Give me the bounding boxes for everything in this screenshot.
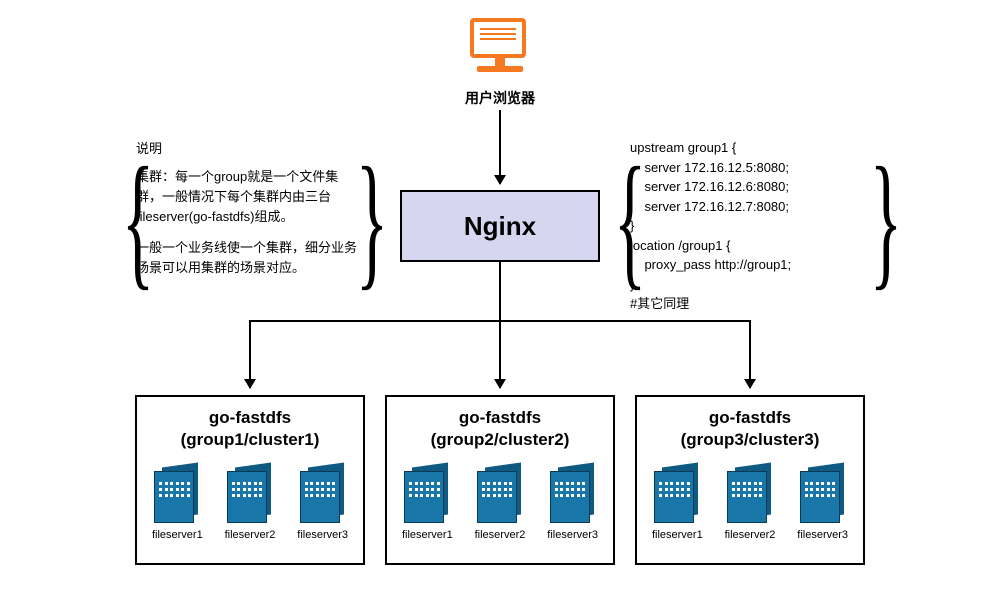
server-icon <box>800 465 846 525</box>
nginx-config-snippet: upstream group1 { server 172.16.12.5:808… <box>630 138 860 314</box>
fileserver-node: fileserver1 <box>145 465 209 541</box>
cluster-title-line: go-fastdfs <box>137 407 363 429</box>
connector-line <box>499 262 501 322</box>
server-icon <box>404 465 450 525</box>
server-icon <box>550 465 596 525</box>
nginx-label: Nginx <box>464 211 536 242</box>
server-label: fileserver1 <box>395 529 459 541</box>
fileserver-node: fileserver2 <box>218 465 282 541</box>
brace-icon: } <box>870 145 902 295</box>
cluster-box-group3: go-fastdfs (group3/cluster3) fileserver1… <box>635 395 865 565</box>
server-label: fileserver2 <box>468 529 532 541</box>
cluster-box-group2: go-fastdfs (group2/cluster2) fileserver1… <box>385 395 615 565</box>
server-label: fileserver3 <box>791 529 855 541</box>
fileserver-node: fileserver2 <box>468 465 532 541</box>
server-icon <box>300 465 346 525</box>
cluster-title-line: (group1/cluster1) <box>137 429 363 451</box>
cluster-title-line: (group2/cluster2) <box>387 429 613 451</box>
server-icon <box>154 465 200 525</box>
explanation-note: 说明 集群：每一个group就是一个文件集群，一般情况下每个集群内由三台file… <box>136 139 358 288</box>
note-title: 说明 <box>136 139 358 159</box>
arrow-nginx-group3 <box>749 320 751 388</box>
fileserver-node: fileserver3 <box>791 465 855 541</box>
fileserver-node: fileserver2 <box>718 465 782 541</box>
server-label: fileserver1 <box>645 529 709 541</box>
nginx-box: Nginx <box>400 190 600 262</box>
client-label: 用户浏览器 <box>440 88 560 108</box>
server-label: fileserver3 <box>291 529 355 541</box>
server-label: fileserver3 <box>541 529 605 541</box>
client-computer-icon <box>470 18 530 72</box>
cluster-box-group1: go-fastdfs (group1/cluster1) fileserver1… <box>135 395 365 565</box>
server-label: fileserver2 <box>218 529 282 541</box>
arrow-nginx-group1 <box>249 320 251 388</box>
fileserver-node: fileserver3 <box>291 465 355 541</box>
server-icon <box>477 465 523 525</box>
server-icon <box>227 465 273 525</box>
server-label: fileserver2 <box>718 529 782 541</box>
architecture-diagram: 用户浏览器 Nginx } { { } 说明 集群：每一个group就是一个文件… <box>0 0 1003 602</box>
server-icon <box>727 465 773 525</box>
cluster-title-line: go-fastdfs <box>387 407 613 429</box>
note-paragraph: 集群：每一个group就是一个文件集群，一般情况下每个集群内由三台fileser… <box>136 167 358 227</box>
server-label: fileserver1 <box>145 529 209 541</box>
fileserver-node: fileserver3 <box>541 465 605 541</box>
arrow-browser-nginx <box>499 110 501 184</box>
cluster-title-line: go-fastdfs <box>637 407 863 429</box>
server-icon <box>654 465 700 525</box>
arrow-nginx-group2 <box>499 320 501 388</box>
note-paragraph: 一般一个业务线使一个集群，细分业务场景可以用集群的场景对应。 <box>136 238 358 278</box>
fileserver-node: fileserver1 <box>395 465 459 541</box>
fileserver-node: fileserver1 <box>645 465 709 541</box>
cluster-title-line: (group3/cluster3) <box>637 429 863 451</box>
brace-icon: } <box>356 145 388 295</box>
